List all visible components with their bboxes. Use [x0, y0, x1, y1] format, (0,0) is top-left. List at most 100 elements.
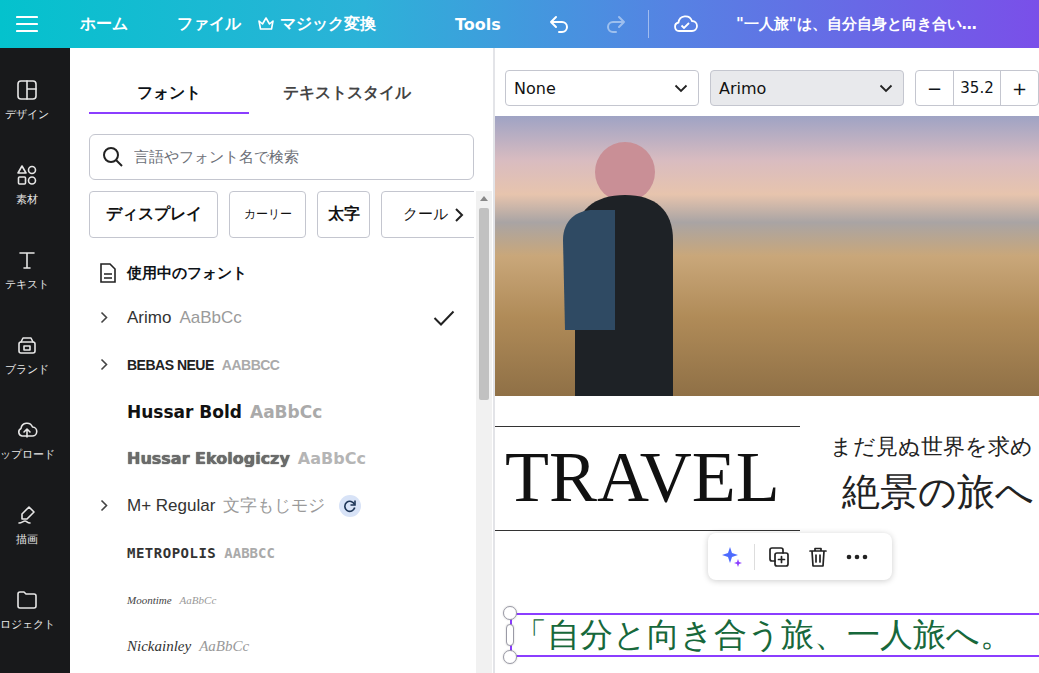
resize-handle[interactable] [503, 606, 517, 620]
divider [754, 544, 755, 570]
text-icon [15, 248, 39, 272]
quote-text: 「自分と向き合う旅、一人旅へ。 [514, 615, 1013, 655]
more-dots-icon[interactable] [842, 554, 872, 560]
redo-icon[interactable] [603, 14, 627, 34]
font-name: Moontime [127, 594, 172, 606]
font-name: M+ Regular [127, 496, 215, 516]
font-sample: AaBbCc [298, 449, 366, 468]
tagline-text[interactable]: まだ見ぬ世界を求め [830, 434, 1033, 460]
elements-icon [15, 163, 39, 187]
document-icon [99, 262, 117, 284]
expand-chevron-icon[interactable] [100, 499, 108, 512]
design-canvas: TRAVEL まだ見ぬ世界を求め絶景の旅へ「自分と向き合う旅、一人旅へ。 [495, 116, 1039, 673]
font-row[interactable]: M+ Regular 文字もじモジ [89, 482, 474, 529]
font-sample: AaBbCc [179, 308, 241, 328]
photo[interactable] [495, 116, 1039, 396]
font-row[interactable]: Hussar Bold AaBbCc [89, 388, 474, 435]
divider-line [495, 426, 800, 427]
heading-text[interactable]: TRAVEL [505, 441, 780, 513]
design-title[interactable]: "一人旅"は、自分自身と向き合い… [736, 15, 1039, 34]
magic-sparkle-icon[interactable] [719, 545, 745, 569]
filter-chips: ディスプレイカーリー太字クール [89, 191, 474, 238]
top-menu-item[interactable]: Tools [455, 15, 515, 34]
trash-icon[interactable] [803, 545, 833, 569]
top-bar: ホームファイルマジック変換Tools "一人旅"は、自分自身と向き合い… [0, 0, 1039, 48]
filter-chip[interactable]: カーリー [229, 191, 306, 238]
refresh-badge-icon [339, 495, 361, 517]
divider-line [495, 530, 800, 531]
font-sample: AABBCC [222, 357, 280, 373]
font-row[interactable]: Moontime AaBbCc [89, 576, 474, 623]
search-input[interactable] [134, 148, 461, 166]
font-row[interactable]: Nickainley AaBbCc [89, 623, 474, 670]
title-text[interactable]: 絶景の旅へ [842, 470, 1034, 516]
draw-icon [15, 503, 39, 527]
scroll-thumb[interactable] [479, 208, 489, 400]
expand-chevron-icon[interactable] [100, 311, 108, 324]
panel-tab[interactable]: テキストスタイル [249, 74, 445, 114]
selected-text-box[interactable]: 「自分と向き合う旅、一人旅へ。 [510, 613, 1039, 657]
font-panel: フォントテキストスタイルディスプレイカーリー太字クール使用中のフォントArimo… [70, 48, 495, 673]
font-sample: AaBbCc [199, 638, 249, 655]
rail-item[interactable]: 描画 [0, 481, 54, 566]
font-row[interactable]: Hussar Ekologiczy AaBbCc [89, 435, 474, 482]
top-menu-item[interactable]: ホーム [80, 14, 177, 35]
divider [648, 10, 649, 38]
chevron-down-icon [674, 84, 688, 93]
filter-chip[interactable]: ディスプレイ [89, 191, 218, 238]
font-sample: AABBCC [224, 545, 275, 561]
decrease-button[interactable]: − [916, 71, 953, 105]
rail-item[interactable]: テキスト [0, 226, 54, 311]
font-sample: AaBbCc [250, 402, 322, 422]
filter-chip[interactable]: 太字 [317, 191, 370, 238]
resize-handle[interactable] [503, 650, 517, 664]
chevron-down-icon [879, 84, 893, 93]
font-name: Nickainley [127, 638, 191, 655]
floating-toolbar [708, 533, 892, 580]
projects-icon [15, 588, 39, 612]
brand-icon [15, 333, 39, 357]
panel-tabs: フォントテキストスタイル [89, 48, 445, 114]
crown-icon [258, 17, 274, 31]
font-search [89, 134, 474, 180]
menu-icon[interactable] [16, 15, 38, 33]
panel-tab[interactable]: フォント [89, 74, 249, 114]
font-name: Hussar Bold [127, 402, 242, 422]
font-size-control: −35.2+ [915, 70, 1039, 106]
cloud-saved-icon[interactable] [672, 14, 698, 34]
scrollbar[interactable] [476, 191, 492, 673]
side-rail: デザイン素材テキストブランドップロード描画ロジェクト [0, 48, 70, 673]
font-sample: 文字もじモジ [223, 494, 325, 517]
section-header: 使用中のフォント [89, 238, 474, 294]
rail-item[interactable]: ブランド [0, 311, 54, 396]
duplicate-icon[interactable] [764, 545, 794, 569]
expand-chevron-icon[interactable] [100, 358, 108, 371]
font-sample: AaBbCc [180, 594, 217, 606]
text-toolbar: NoneArimo−35.2+ [495, 48, 1039, 116]
rail-item[interactable]: 素材 [0, 141, 54, 226]
search-icon [102, 146, 124, 168]
top-menu-item[interactable]: ファイル [177, 14, 258, 35]
font-name: Arimo [127, 308, 171, 328]
undo-icon[interactable] [548, 14, 572, 34]
font-name: BEBAS NEUE [127, 357, 214, 373]
font-list: ディスプレイカーリー太字クール使用中のフォント Arimo AaBbCc BEBAS … [89, 191, 474, 673]
rail-item[interactable]: デザイン [0, 56, 54, 141]
font-size-input[interactable]: 35.2 [953, 71, 1001, 105]
increase-button[interactable]: + [1001, 71, 1038, 105]
font-dropdown[interactable]: Arimo [710, 70, 904, 106]
top-menu-item[interactable]: マジック変換 [258, 14, 455, 35]
font-row[interactable]: Arimo AaBbCc [89, 294, 474, 341]
check-icon [433, 310, 455, 326]
rail-item[interactable]: ップロード [0, 396, 54, 481]
upload-icon [15, 418, 39, 442]
filter-chip[interactable]: クール [381, 191, 474, 238]
font-row[interactable]: BEBAS NEUE AABBCC [89, 341, 474, 388]
font-row[interactable]: METROPOLIS AABBCC [89, 529, 474, 576]
font-name: METROPOLIS [127, 545, 216, 561]
rail-item[interactable]: ロジェクト [0, 566, 54, 651]
chevron-right-icon[interactable] [454, 207, 464, 223]
side-handle[interactable] [506, 624, 514, 646]
effect-dropdown[interactable]: None [505, 70, 699, 106]
font-name: Hussar Ekologiczy [127, 449, 290, 468]
